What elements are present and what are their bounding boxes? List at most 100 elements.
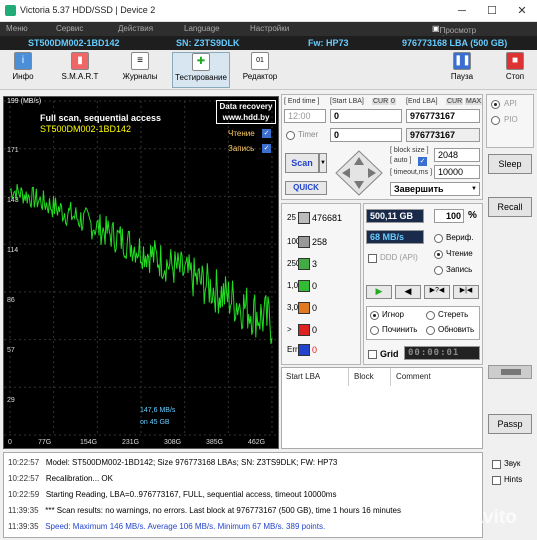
menu-item-service[interactable]: Сервис xyxy=(56,24,83,33)
timer-checkbox[interactable] xyxy=(286,131,295,140)
end-time-field[interactable]: 12:00 xyxy=(284,109,326,123)
cur-button[interactable]: CUR xyxy=(372,98,390,105)
sound-label: Звук xyxy=(504,459,521,468)
ddd-label: DDD (API) xyxy=(380,253,418,262)
hints-checkbox[interactable] xyxy=(492,476,501,485)
read-legend-checkbox[interactable]: ✓ xyxy=(262,129,271,138)
write-radio[interactable] xyxy=(434,266,443,275)
end-lba-field[interactable]: 976773167 xyxy=(406,109,480,123)
block-size-select[interactable]: 2048 xyxy=(434,148,480,162)
update-radio[interactable] xyxy=(426,326,435,335)
auto-label: [ auto ] xyxy=(390,157,412,164)
menu-item-settings[interactable]: Настройки xyxy=(250,24,289,33)
logs-button[interactable]: ≡ Журналы xyxy=(118,52,162,88)
menu-item-menu[interactable]: Меню xyxy=(6,24,28,33)
menu-item-buffer[interactable]: ▣ Просмотр буфера xyxy=(432,24,476,44)
counter-value: 0 xyxy=(312,325,318,335)
defect-table: Start LBA Block Comment xyxy=(281,367,483,449)
recall-button[interactable]: Recall xyxy=(488,197,532,217)
timeout-label: [ timeout,ms ] xyxy=(390,169,433,176)
refresh-radio[interactable] xyxy=(370,326,379,335)
finish-action-select[interactable]: Завершить ▼ xyxy=(390,182,480,196)
verify-radio[interactable] xyxy=(434,234,443,243)
log-text: Starting Reading, LBA=0..976773167, FULL… xyxy=(45,490,337,499)
done-size: 500,11 GB xyxy=(366,209,424,223)
speed-info: 147,6 MB/s xyxy=(140,407,176,414)
play-button[interactable]: ▶ xyxy=(366,285,392,299)
erase-radio[interactable] xyxy=(426,311,435,320)
editor-button[interactable]: 01 Редактор xyxy=(238,52,282,88)
skip-unknown-button[interactable]: ▶?◀ xyxy=(424,285,450,299)
timer-field[interactable]: 0 xyxy=(330,128,402,142)
elapsed-timer: 00:00:01 xyxy=(404,346,480,360)
write-legend-checkbox[interactable]: ✓ xyxy=(262,144,271,153)
sleep-button[interactable]: Sleep xyxy=(488,154,532,174)
app-icon xyxy=(5,5,16,16)
direction-pad[interactable] xyxy=(334,149,384,197)
counter-swatch xyxy=(298,302,310,314)
cur-end-button[interactable]: CUR xyxy=(446,98,464,105)
stop-label: Стоп xyxy=(505,72,525,81)
pause-button[interactable]: ❚❚ Пауза xyxy=(446,52,478,88)
slider-thumb xyxy=(501,369,521,375)
log-time: 11:39:35 xyxy=(8,522,39,531)
lba-panel: [ End time ] [Start LBA] CUR 0 [End LBA]… xyxy=(281,94,483,200)
progress-percent: 100 xyxy=(434,209,464,223)
ddd-checkbox[interactable] xyxy=(368,254,377,263)
editor-label: Редактор xyxy=(242,72,278,81)
speed-position: on 45 GB xyxy=(140,419,170,426)
scan-button[interactable]: Scan xyxy=(285,153,319,173)
editor-icon: 01 xyxy=(251,52,269,70)
ad-line1: Data recovery xyxy=(219,102,273,111)
zero-button[interactable]: 0 xyxy=(390,98,396,105)
counter-swatch xyxy=(298,212,310,224)
sound-checkbox[interactable] xyxy=(492,460,501,469)
maximize-icon[interactable]: ☐ xyxy=(482,3,502,19)
y-tick: 143 xyxy=(7,197,19,204)
x-tick: 385G xyxy=(206,439,224,446)
y-tick: 86 xyxy=(7,297,15,304)
max-button[interactable]: MAX xyxy=(465,98,483,105)
counter-value: 3 xyxy=(312,259,318,269)
rewind-button[interactable]: ◀ xyxy=(395,285,421,299)
log-line: 11:39:35 Speed: Maximum 146 MB/s. Averag… xyxy=(8,522,325,531)
smart-icon: ▮ xyxy=(71,52,89,70)
skip-end-button[interactable]: ▶|◀ xyxy=(453,285,479,299)
grid-checkbox[interactable] xyxy=(368,350,377,359)
ignore-radio[interactable] xyxy=(370,311,379,320)
test-icon: ✚ xyxy=(192,53,210,71)
test-label: Тестирование xyxy=(175,73,227,82)
pause-icon: ❚❚ xyxy=(453,52,471,70)
x-tick: 462G xyxy=(248,439,266,446)
smart-button[interactable]: ▮ S.M.A.R.T xyxy=(58,52,102,88)
quick-button[interactable]: QUICK xyxy=(285,181,327,195)
close-icon[interactable]: ✕ xyxy=(512,3,532,19)
y-tick: 29 xyxy=(7,397,15,404)
x-tick: 0 xyxy=(8,439,12,446)
read-radio[interactable] xyxy=(434,250,443,259)
menu-item-language[interactable]: Language xyxy=(184,24,220,33)
refresh-label: Починить xyxy=(382,325,418,334)
stop-button[interactable]: ■ Стоп xyxy=(500,52,530,88)
api-radio[interactable] xyxy=(491,100,500,109)
pio-radio[interactable] xyxy=(491,116,500,125)
x-tick: 308G xyxy=(164,439,182,446)
smart-label: S.M.A.R.T xyxy=(61,72,99,81)
x-tick: 77G xyxy=(38,439,52,446)
info-button[interactable]: i Инфо xyxy=(4,52,42,88)
auto-checkbox[interactable]: ✓ xyxy=(418,157,427,166)
timeout-select[interactable]: 10000 xyxy=(434,165,480,179)
start-lba-field[interactable]: 0 xyxy=(330,109,402,123)
graph-model: ST500DM002-1BD142 xyxy=(40,124,132,134)
scroll-slider[interactable] xyxy=(488,365,532,379)
finish-action-value: Завершить xyxy=(394,184,444,194)
minimize-icon[interactable]: ─ xyxy=(452,3,472,19)
test-button[interactable]: ✚ Тестирование xyxy=(172,52,230,88)
log-time: 10:22:59 xyxy=(8,490,40,499)
recovery-ad[interactable]: Data recovery www.hdd.by xyxy=(216,100,276,124)
passp-button[interactable]: Passp xyxy=(488,414,532,434)
scan-dropdown-icon[interactable]: ▼ xyxy=(319,153,327,173)
counter-value: 476681 xyxy=(312,213,343,223)
menu-item-actions[interactable]: Действия xyxy=(118,24,153,33)
erase-label: Стереть xyxy=(438,310,469,319)
